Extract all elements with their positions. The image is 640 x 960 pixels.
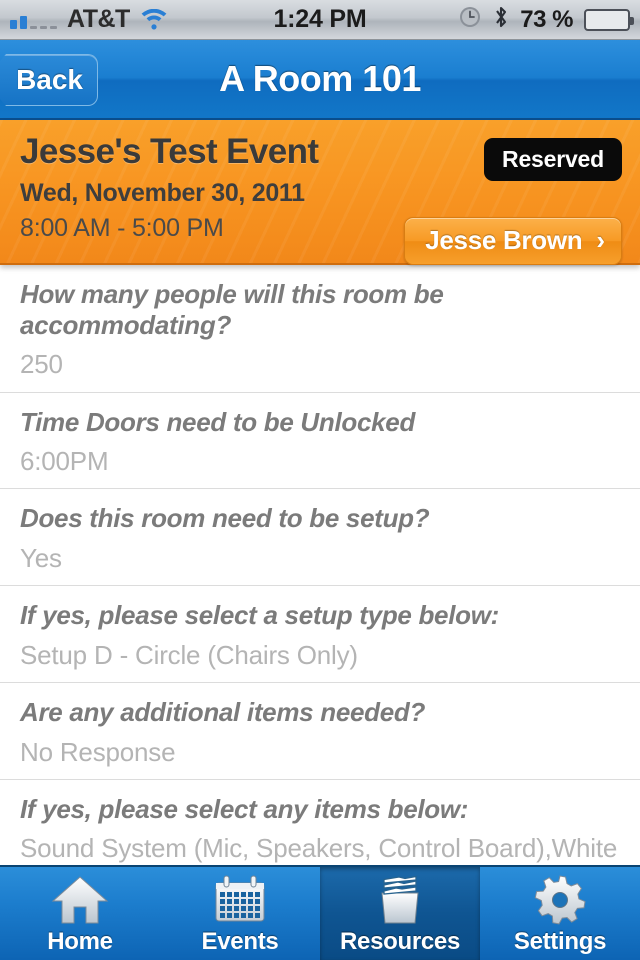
tab-home[interactable]: Home (0, 867, 160, 960)
answer-value: Setup D - Circle (Chairs Only) (20, 639, 358, 670)
question-label: Time Doors need to be Unlocked (20, 406, 416, 437)
answer-value: Sound System (Mic, Speakers, Control Boa… (20, 833, 618, 865)
gear-icon (534, 875, 586, 925)
status-badge: Reserved (484, 138, 622, 181)
signal-strength-icon (10, 11, 57, 29)
tab-label: Settings (513, 928, 607, 955)
question-label: If yes, please select any items below: (20, 793, 469, 824)
question-label: Are any additional items needed? (20, 696, 426, 727)
question-label: Does this room need to be setup? (20, 503, 430, 534)
event-header: Jesse's Test Event Wed, November 30, 201… (0, 120, 640, 265)
question-answer-list[interactable]: How many people will this room be accomm… (0, 265, 640, 865)
tab-settings[interactable]: Settings (480, 867, 640, 960)
calendar-icon (213, 875, 267, 925)
question-answer-row[interactable]: Does this room need to be setup? Yes (0, 489, 640, 587)
status-bar: AT&T 1:24 PM 73 % (0, 0, 640, 40)
clock-label: 1:24 PM (273, 5, 367, 33)
tab-resources[interactable]: Resources (320, 867, 480, 960)
carrier-label: AT&T (67, 5, 130, 33)
question-answer-row[interactable]: If yes, please select any items below: So… (0, 779, 640, 865)
tab-label: Events (201, 928, 279, 955)
back-button[interactable]: Back (0, 54, 98, 106)
question-answer-row[interactable]: If yes, please select a setup type below… (0, 586, 640, 683)
answer-value: 250 (20, 349, 63, 380)
answer-value: Yes (20, 543, 62, 573)
question-answer-row[interactable]: Are any additional items needed? No Respo… (0, 682, 640, 780)
question-answer-row[interactable]: Time Doors need to be Unlocked 6:00PM (0, 392, 640, 490)
alarm-clock-icon (458, 5, 482, 34)
answer-value: 6:00PM (20, 446, 109, 477)
navigation-bar: Back A Room 101 (0, 40, 640, 120)
tab-bar[interactable]: Home Events Resources Settings (0, 865, 640, 960)
question-answer-row[interactable]: How many people will this room be accomm… (0, 265, 640, 393)
file-box-icon (372, 875, 428, 925)
battery-percent-label: 73 % (520, 5, 573, 33)
bluetooth-icon (493, 4, 509, 35)
chevron-right-icon: › (596, 225, 605, 255)
tab-events[interactable]: Events (160, 867, 320, 960)
tab-label: Resources (339, 928, 461, 955)
back-button-label: Back (16, 64, 83, 95)
event-owner-button[interactable]: Jesse Brown › (404, 217, 622, 265)
answer-value: No Response (20, 736, 176, 767)
question-label: If yes, please select a setup type below… (20, 600, 500, 631)
app-root: AT&T 1:24 PM 73 % Back A Room 101 Jesse'… (0, 0, 640, 960)
status-bar-left: AT&T (10, 5, 168, 34)
battery-icon (584, 8, 634, 31)
home-icon (51, 875, 109, 925)
wifi-icon (140, 8, 168, 30)
status-bar-right: 73 % (458, 0, 634, 39)
tab-label: Home (47, 928, 113, 955)
page-title: A Room 101 (219, 58, 421, 99)
event-owner-label: Jesse Brown (425, 225, 583, 255)
question-label: How many people will this room be accomm… (20, 279, 444, 340)
event-date: Wed, November 30, 2011 (20, 178, 305, 207)
